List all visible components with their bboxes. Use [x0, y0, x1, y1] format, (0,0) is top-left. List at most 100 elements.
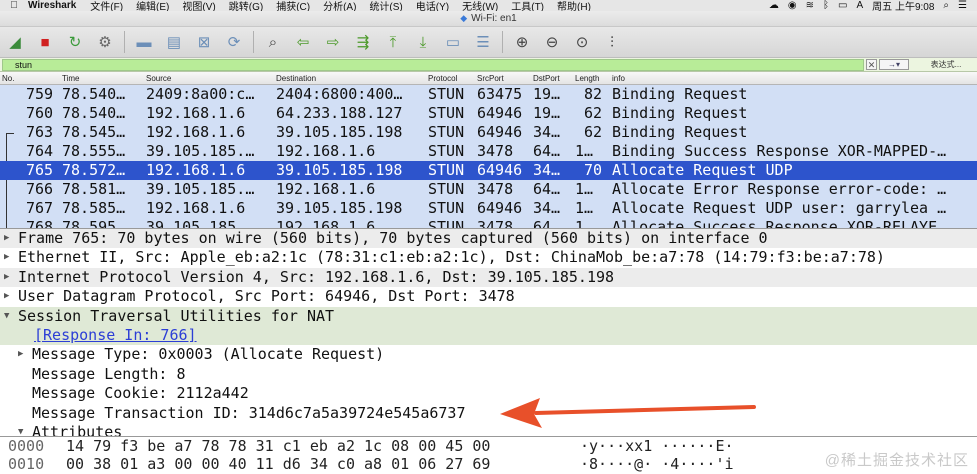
collapse-triangle-icon[interactable]: ▼	[18, 423, 23, 436]
detail-ethernet[interactable]: ▶ Ethernet II, Src: Apple_eb:a2:1c (78:3…	[0, 248, 977, 267]
find-packet-icon[interactable]: ⌕	[260, 30, 286, 54]
zoom-reset-icon[interactable]: ⊙	[569, 30, 595, 54]
detail-text: Attributes	[32, 423, 123, 437]
response-in-link[interactable]: [Response In: 766]	[34, 326, 197, 345]
restart-capture-icon[interactable]: ↻	[62, 30, 88, 54]
cell-info: Binding Success Response XOR-MAPPED-…	[612, 142, 947, 160]
save-file-icon[interactable]: ▤	[161, 30, 187, 54]
collapse-triangle-icon[interactable]: ▼	[4, 307, 9, 326]
expand-triangle-icon[interactable]: ▶	[4, 248, 9, 267]
menu-statistics[interactable]: 统计(S)	[369, 0, 402, 11]
menu-telephony[interactable]: 电话(Y)	[416, 0, 449, 11]
column-header-srcport[interactable]: SrcPort	[477, 74, 504, 83]
go-to-packet-icon[interactable]: ⇶	[350, 30, 376, 54]
column-header-info[interactable]: info	[612, 74, 625, 83]
menu-app-name[interactable]: Wireshark	[28, 0, 76, 11]
toolbar-separator	[124, 31, 125, 53]
expand-triangle-icon[interactable]: ▶	[18, 345, 23, 364]
detail-stun[interactable]: ▼ Session Traversal Utilities for NAT	[0, 306, 977, 326]
menu-go[interactable]: 跳转(G)	[229, 0, 263, 11]
menu-analyze[interactable]: 分析(A)	[323, 0, 356, 11]
zoom-out-icon[interactable]: ⊖	[539, 30, 565, 54]
expand-triangle-icon[interactable]: ▶	[4, 287, 9, 306]
column-header-destination[interactable]: Destination	[276, 74, 316, 83]
detail-message-length[interactable]: Message Length: 8	[0, 365, 977, 384]
column-header-no[interactable]: No.	[2, 74, 14, 83]
detail-ipv4[interactable]: ▶ Internet Protocol Version 4, Src: 192.…	[0, 267, 977, 288]
packet-row[interactable]: 763 78.545… 192.168.1.6 39.105.185.198 S…	[0, 123, 977, 142]
menu-wireless[interactable]: 无线(W)	[462, 0, 498, 11]
bytes-offset: 0000	[8, 437, 45, 455]
colorize-icon[interactable]: ☰	[470, 30, 496, 54]
main-toolbar: ◢ ■ ↻ ⚙ ▬ ▤ ⊠ ⟳ ⌕ ⇦ ⇨ ⇶ ⤒ ⤓ ▭ ☰ ⊕ ⊖ ⊙ ⫶	[0, 27, 977, 58]
clear-filter-icon[interactable]: ✕	[866, 59, 877, 70]
column-header-time[interactable]: Time	[62, 74, 79, 83]
wifi-icon[interactable]: ≋	[806, 0, 814, 11]
apply-filter-button[interactable]: →▾	[879, 59, 909, 70]
column-header-source[interactable]: Source	[146, 74, 171, 83]
battery-icon[interactable]: ▭	[838, 0, 847, 11]
capture-options-icon[interactable]: ⚙	[92, 30, 118, 54]
menu-help[interactable]: 帮助(H)	[557, 0, 591, 11]
detail-frame[interactable]: ▶ Frame 765: 70 bytes on wire (560 bits)…	[0, 229, 977, 249]
cloud-icon[interactable]: ☁	[769, 0, 779, 11]
close-file-icon[interactable]: ⊠	[191, 30, 217, 54]
packet-row[interactable]: 767 78.585… 192.168.1.6 39.105.185.198 S…	[0, 199, 977, 218]
detail-attributes[interactable]: ▼ Attributes	[0, 423, 977, 437]
cell-no: 765	[26, 161, 54, 179]
menu-view[interactable]: 视图(V)	[182, 0, 215, 11]
stop-capture-icon[interactable]: ■	[32, 30, 58, 54]
packet-row[interactable]: 760 78.540… 192.168.1.6 64.233.188.127 S…	[0, 104, 977, 123]
cell-info: Binding Request	[612, 104, 748, 122]
watermark: @稀土掘金技术社区	[824, 452, 969, 469]
packet-row[interactable]: 768 78.595… 39.105.185.… 192.168.1.6 STU…	[0, 218, 977, 229]
search-icon[interactable]: ⌕	[943, 0, 949, 11]
detail-text: Frame 765: 70 bytes on wire (560 bits), …	[18, 229, 768, 247]
menu-tools[interactable]: 工具(T)	[511, 0, 544, 11]
go-first-icon[interactable]: ⤒	[380, 30, 406, 54]
filter-expression-button[interactable]: 表达式...	[915, 59, 977, 70]
cell-info: Binding Request	[612, 85, 748, 103]
column-header-length[interactable]: Length	[575, 74, 599, 83]
cell-length: 70	[584, 161, 603, 179]
go-forward-icon[interactable]: ⇨	[320, 30, 346, 54]
menu-edit[interactable]: 编辑(E)	[136, 0, 169, 11]
input-method-icon[interactable]: A	[857, 0, 864, 11]
go-last-icon[interactable]: ⤓	[410, 30, 436, 54]
detail-message-cookie[interactable]: Message Cookie: 2112a442	[0, 384, 977, 403]
record-icon[interactable]: ◉	[788, 0, 797, 11]
column-header-dstport[interactable]: DstPort	[533, 74, 560, 83]
detail-message-type[interactable]: ▶ Message Type: 0x0003 (Allocate Request…	[0, 345, 977, 364]
clock[interactable]: 周五 上午9:08	[872, 0, 934, 11]
column-header-protocol[interactable]: Protocol	[428, 74, 457, 83]
packet-row[interactable]: 764 78.555… 39.105.185.… 192.168.1.6 STU…	[0, 142, 977, 161]
zoom-in-icon[interactable]: ⊕	[509, 30, 535, 54]
expand-triangle-icon[interactable]: ▶	[4, 229, 9, 248]
menu-file[interactable]: 文件(F)	[90, 0, 123, 11]
expand-triangle-icon[interactable]: ▶	[4, 268, 9, 287]
cell-dstport: 19…	[533, 85, 561, 103]
detail-text: Message Cookie: 2112a442	[32, 384, 249, 403]
resize-columns-icon[interactable]: ⫶	[599, 30, 625, 54]
detail-text: Session Traversal Utilities for NAT	[18, 306, 335, 325]
list-icon[interactable]: ☰	[958, 0, 967, 11]
autoscroll-icon[interactable]: ▭	[440, 30, 466, 54]
display-filter-input[interactable]	[2, 58, 864, 71]
cell-srcport: 64946	[477, 199, 523, 217]
packet-row[interactable]: 759 78.540… 2409:8a00:c… 2404:6800:400… …	[0, 85, 977, 104]
cell-srcport: 3478	[477, 218, 514, 229]
menu-capture[interactable]: 捕获(C)	[276, 0, 310, 11]
packet-row-selected[interactable]: 765 78.572… 192.168.1.6 39.105.185.198 S…	[0, 161, 977, 180]
reload-file-icon[interactable]: ⟳	[221, 30, 247, 54]
open-file-icon[interactable]: ▬	[131, 30, 157, 54]
detail-udp[interactable]: ▶ User Datagram Protocol, Src Port: 6494…	[0, 287, 977, 306]
cell-destination: 2404:6800:400…	[276, 85, 403, 103]
bluetooth-icon[interactable]: ᛒ	[823, 0, 829, 11]
cell-no: 759	[26, 85, 54, 103]
detail-transaction-id[interactable]: Message Transaction ID: 314d6c7a5a39724e…	[0, 404, 977, 423]
apple-icon[interactable]: 	[0, 0, 28, 11]
go-back-icon[interactable]: ⇦	[290, 30, 316, 54]
packet-row[interactable]: 766 78.581… 39.105.185.… 192.168.1.6 STU…	[0, 180, 977, 199]
start-capture-icon[interactable]: ◢	[2, 30, 28, 54]
detail-response-in[interactable]: [Response In: 766]	[0, 326, 977, 346]
